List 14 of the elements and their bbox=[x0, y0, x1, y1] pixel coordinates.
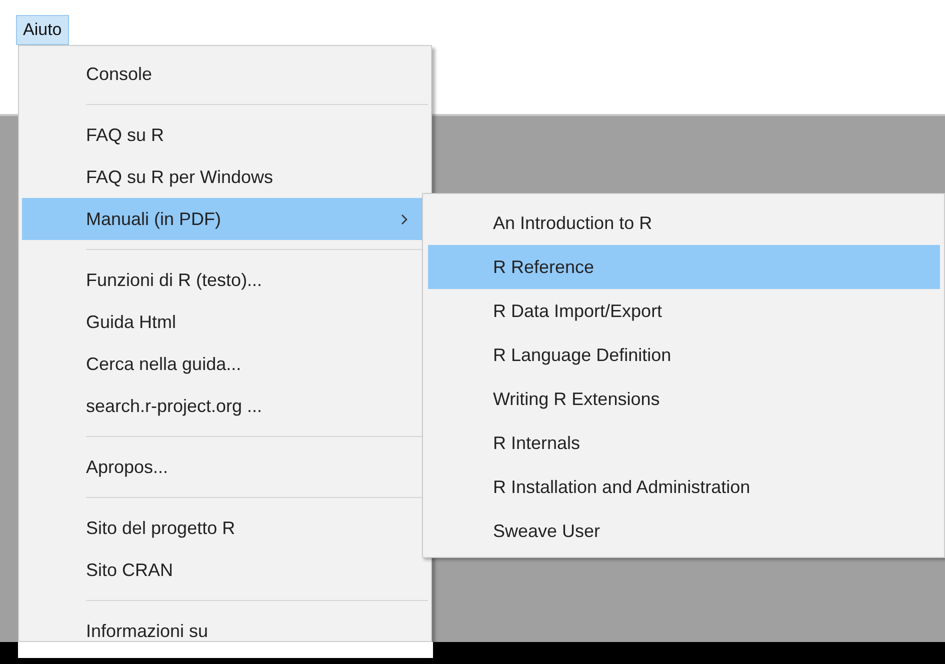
menu-item[interactable]: R Internals bbox=[428, 421, 940, 465]
menu-item[interactable]: FAQ su R bbox=[22, 114, 428, 156]
menu-item[interactable]: Writing R Extensions bbox=[428, 377, 940, 421]
menu-item[interactable]: An Introduction to R bbox=[428, 201, 940, 245]
menu-item[interactable]: FAQ su R per Windows bbox=[22, 156, 428, 198]
menu-item[interactable]: R Data Import/Export bbox=[428, 289, 940, 333]
menu-item[interactable]: R Language Definition bbox=[428, 333, 940, 377]
menu-item[interactable]: Sito CRAN bbox=[22, 549, 428, 591]
menu-item[interactable]: Sweave User bbox=[428, 509, 940, 553]
menu-item[interactable]: Console bbox=[22, 53, 428, 95]
menu-item[interactable]: R Reference bbox=[428, 245, 940, 289]
menu-bar-item[interactable]: Aiuto bbox=[16, 15, 69, 45]
menu-item[interactable]: Informazioni su bbox=[22, 610, 428, 641]
menu-item[interactable]: R Installation and Administration bbox=[428, 465, 940, 509]
